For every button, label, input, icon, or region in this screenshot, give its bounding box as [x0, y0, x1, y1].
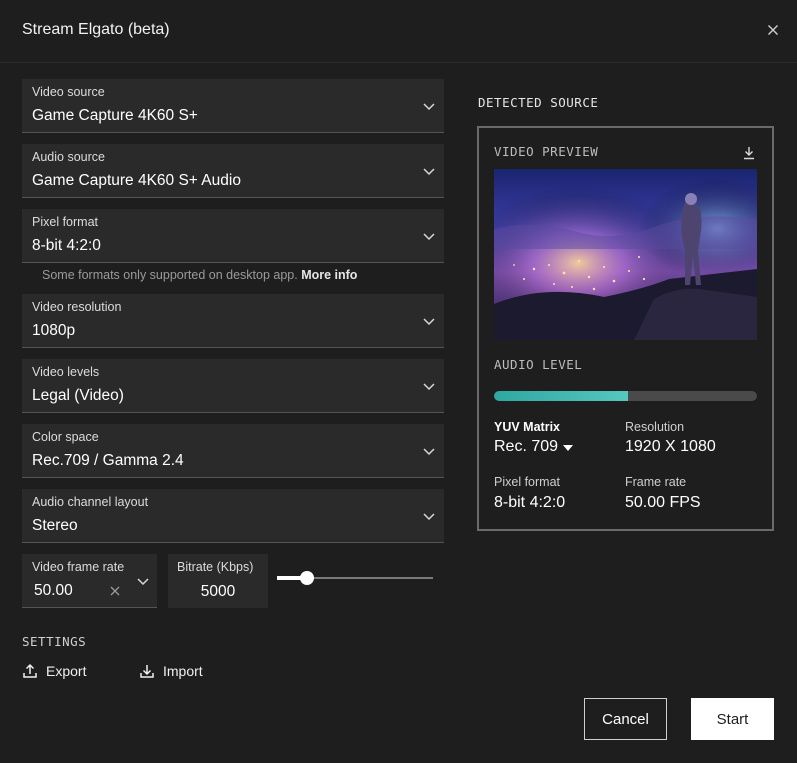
- audio-channel-layout-value: Stereo: [32, 517, 78, 534]
- resolution-label: Resolution: [625, 420, 685, 434]
- video-source-select[interactable]: Video source Game Capture 4K60 S+: [22, 79, 444, 133]
- pixel-format-label: Pixel format: [32, 215, 98, 229]
- video-preview-image: [494, 169, 757, 340]
- video-source-label: Video source: [32, 85, 105, 99]
- cancel-button[interactable]: Cancel: [584, 698, 667, 740]
- bitrate-value: 5000: [200, 583, 236, 600]
- chevron-down-icon: [422, 99, 436, 113]
- pixel-format-value: 8-bit 4:2:0: [32, 237, 101, 254]
- video-resolution-value: 1080p: [32, 322, 76, 339]
- caret-down-icon: [563, 445, 574, 451]
- chevron-down-icon: [422, 444, 436, 458]
- more-info-link[interactable]: More info: [301, 268, 357, 282]
- detected-source-heading: DETECTED SOURCE: [478, 95, 599, 110]
- video-frame-rate-label: Video frame rate: [32, 560, 125, 574]
- bitrate-label: Bitrate (Kbps): [177, 560, 254, 574]
- download-icon: [744, 147, 754, 160]
- detected-source-panel: VIDEO PREVIEW AUDIO LEVEL YUV Matrix Rec…: [477, 126, 774, 531]
- clear-frame-rate-button[interactable]: [108, 584, 122, 598]
- chevron-down-icon: [422, 379, 436, 393]
- close-icon: [110, 586, 120, 596]
- chevron-down-icon: [137, 578, 149, 586]
- import-label: Import: [163, 663, 203, 679]
- video-preview-label: VIDEO PREVIEW: [494, 144, 599, 159]
- audio-level-meter: [494, 391, 757, 401]
- frame-rate-label: Frame rate: [625, 475, 687, 489]
- import-icon: [140, 665, 154, 678]
- chevron-down-icon: [422, 314, 436, 328]
- detected-pixel-format-value: 8-bit 4:2:0: [494, 494, 566, 511]
- video-levels-label: Video levels: [32, 365, 100, 379]
- chevron-down-icon: [422, 229, 436, 243]
- audio-channel-layout-label: Audio channel layout: [32, 495, 149, 509]
- video-frame-rate-input[interactable]: [34, 582, 104, 600]
- frame-rate-dropdown-toggle[interactable]: [136, 574, 150, 588]
- yuv-matrix-value: Rec. 709: [494, 438, 559, 455]
- video-levels-select[interactable]: Video levels Legal (Video): [22, 359, 444, 413]
- audio-level-fill: [494, 391, 629, 401]
- detected-pixel-format-label: Pixel format: [494, 475, 560, 489]
- chevron-down-icon: [422, 509, 436, 523]
- pixel-format-select[interactable]: Pixel format 8-bit 4:2:0: [22, 209, 444, 263]
- audio-source-label: Audio source: [32, 150, 105, 164]
- color-space-label: Color space: [32, 430, 99, 444]
- yuv-matrix-label: YUV Matrix: [494, 420, 560, 434]
- bitrate-field[interactable]: Bitrate (Kbps) 5000: [168, 554, 268, 608]
- video-levels-value: Legal (Video): [32, 387, 124, 404]
- export-label: Export: [46, 663, 87, 679]
- resolution-value: 1920 X 1080: [625, 438, 716, 455]
- video-frame-rate-field: Video frame rate: [22, 554, 157, 608]
- download-button[interactable]: [742, 146, 756, 160]
- audio-level-label: AUDIO LEVEL: [494, 357, 583, 372]
- video-resolution-label: Video resolution: [32, 300, 122, 314]
- export-button[interactable]: Export: [22, 661, 86, 681]
- color-space-value: Rec.709 / Gamma 2.4: [32, 452, 184, 469]
- audio-source-select[interactable]: Audio source Game Capture 4K60 S+ Audio: [22, 144, 444, 198]
- export-icon: [23, 663, 37, 678]
- close-button[interactable]: [765, 22, 781, 38]
- bitrate-slider[interactable]: [277, 570, 433, 586]
- chevron-down-icon: [422, 164, 436, 178]
- video-source-value: Game Capture 4K60 S+: [32, 107, 198, 124]
- pixel-format-hint-text: Some formats only supported on desktop a…: [42, 268, 298, 282]
- settings-heading: SETTINGS: [22, 634, 87, 649]
- dialog-title: Stream Elgato (beta): [22, 21, 170, 38]
- video-resolution-select[interactable]: Video resolution 1080p: [22, 294, 444, 348]
- close-icon: [768, 25, 778, 35]
- audio-channel-layout-select[interactable]: Audio channel layout Stereo: [22, 489, 444, 543]
- start-button[interactable]: Start: [691, 698, 774, 740]
- yuv-matrix-select[interactable]: Rec. 709: [494, 438, 574, 456]
- title-bar: Stream Elgato (beta): [0, 0, 797, 63]
- import-button[interactable]: Import: [139, 661, 203, 681]
- slider-thumb[interactable]: [299, 571, 314, 585]
- audio-source-value: Game Capture 4K60 S+ Audio: [32, 172, 241, 189]
- color-space-select[interactable]: Color space Rec.709 / Gamma 2.4: [22, 424, 444, 478]
- pixel-format-hint: Some formats only supported on desktop a…: [42, 268, 357, 282]
- frame-rate-value: 50.00 FPS: [625, 494, 701, 511]
